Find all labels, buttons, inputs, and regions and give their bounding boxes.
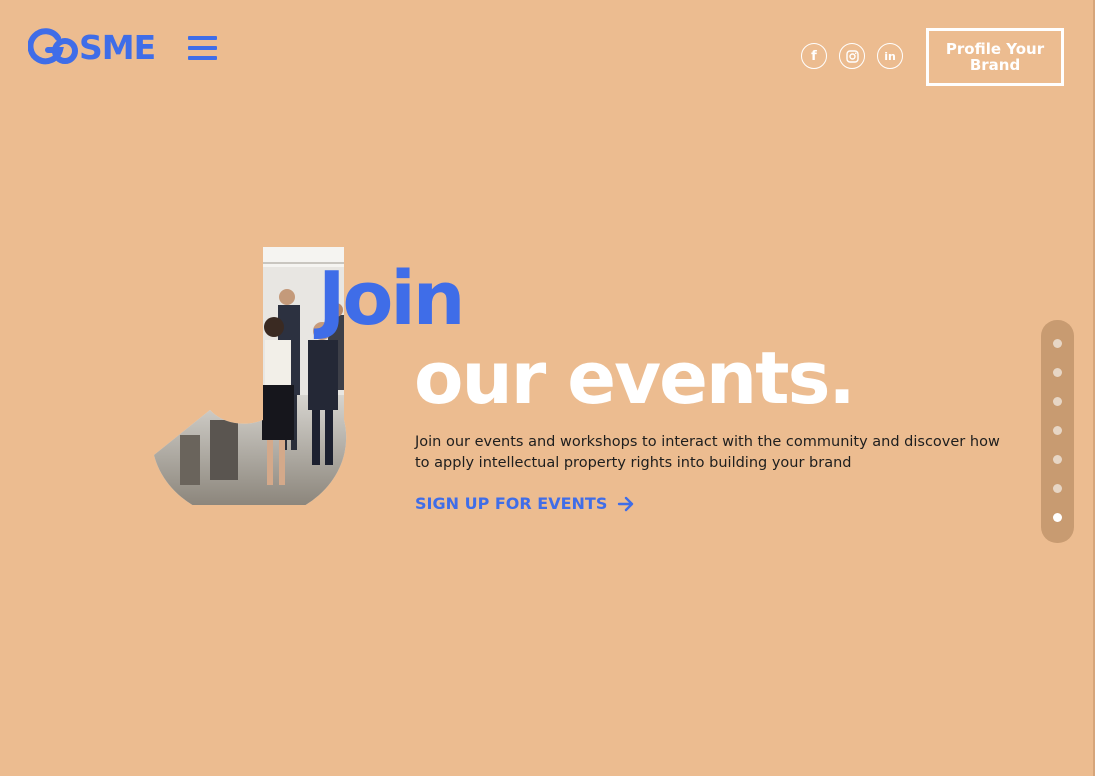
hero-title-events: our events. — [414, 336, 856, 420]
slide-pager — [1041, 320, 1074, 543]
hero-title-join: Join — [318, 256, 465, 342]
slide-dot-2[interactable] — [1053, 368, 1062, 377]
hero-description: Join our events and workshops to interac… — [415, 434, 1000, 471]
slide-dot-4[interactable] — [1053, 426, 1062, 435]
slide-dot-7-active[interactable] — [1053, 513, 1062, 522]
slide-dot-3[interactable] — [1053, 397, 1062, 406]
gosme-logo[interactable]: SME — [28, 27, 156, 67]
instagram-icon[interactable] — [839, 43, 865, 69]
sign-up-label: SIGN UP FOR EVENTS — [415, 494, 608, 513]
hamburger-menu-icon[interactable] — [188, 36, 218, 62]
arrow-right-icon — [618, 496, 634, 511]
linkedin-icon[interactable]: in — [877, 43, 903, 69]
profile-your-brand-button[interactable]: Profile Your Brand — [926, 28, 1064, 86]
slide-dot-1[interactable] — [1053, 339, 1062, 348]
slide-dot-6[interactable] — [1053, 484, 1062, 493]
logo-text: SME — [79, 27, 156, 67]
sign-up-for-events-link[interactable]: SIGN UP FOR EVENTS — [415, 494, 635, 513]
slide-dot-5[interactable] — [1053, 455, 1062, 464]
facebook-icon[interactable]: f — [801, 43, 827, 69]
logo-go-mark — [28, 28, 78, 65]
